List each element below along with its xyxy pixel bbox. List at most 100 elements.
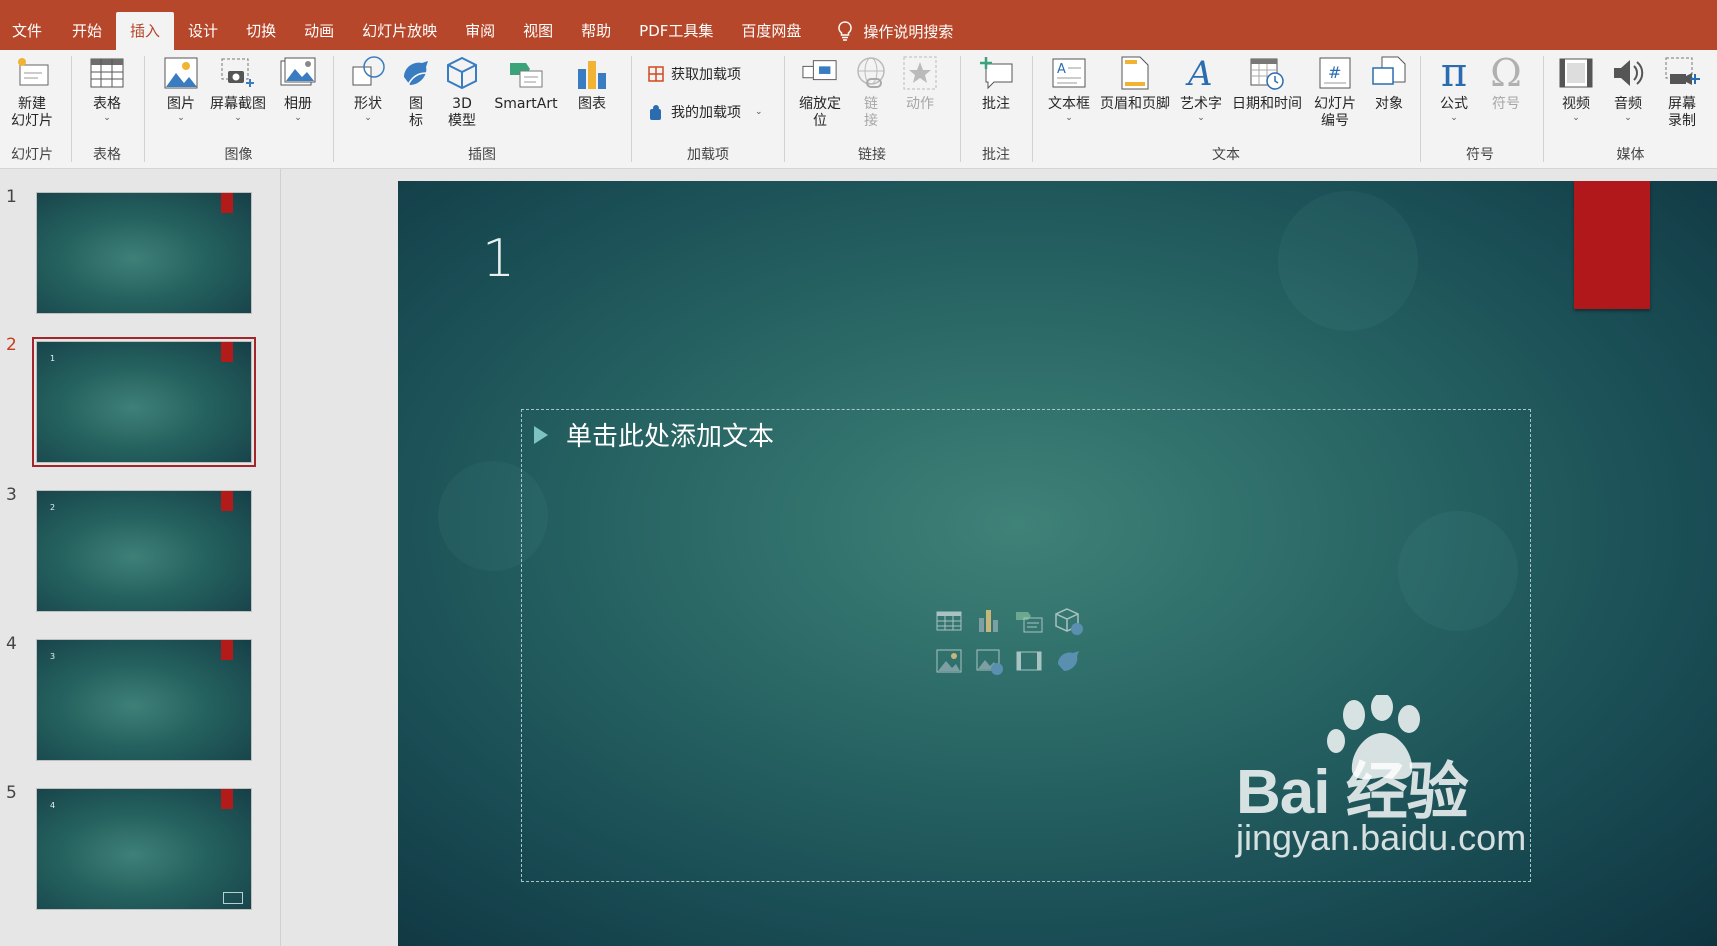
picture-button[interactable]: 图片 ⌄ — [161, 54, 201, 123]
insert-picture-icon[interactable] — [934, 646, 964, 676]
3d-models-button[interactable]: 3D 模型 — [442, 54, 482, 130]
insert-video-icon[interactable] — [1014, 646, 1044, 676]
group-tables: 表格 ⌄ 表格 — [72, 50, 142, 168]
zoom-button[interactable]: 缩放定 位 — [795, 54, 845, 130]
date-time-button[interactable]: 日期和时间 — [1229, 54, 1305, 113]
group-comments-label: 批注 — [982, 147, 1010, 163]
new-slide-button[interactable]: 新建 幻灯片 — [4, 54, 60, 130]
tab-transitions[interactable]: 切换 — [232, 12, 290, 50]
thumbnail-flag — [221, 342, 233, 362]
insert-3d-model-icon[interactable] — [1054, 606, 1084, 636]
object-icon — [1371, 54, 1407, 92]
screen-recording-button[interactable]: 屏幕 录制 — [1658, 54, 1706, 130]
chevron-down-icon: ⌄ — [1624, 113, 1632, 123]
screen-recording-icon — [1664, 54, 1700, 92]
slide-thumbnail-4[interactable]: 3 — [36, 639, 252, 761]
chevron-down-icon: ⌄ — [364, 113, 372, 123]
photo-album-icon — [280, 54, 316, 92]
equation-button[interactable]: π 公式 ⌄ — [1433, 53, 1475, 123]
group-addins: 获取加载项 我的加载项 ⌄ 加载项 — [632, 50, 784, 168]
slide-title-number[interactable]: 1 — [482, 229, 515, 289]
group-media-label: 媒体 — [1616, 147, 1645, 163]
slide-number-label: 幻灯片 编号 — [1314, 96, 1356, 129]
tab-animations[interactable]: 动画 — [290, 12, 348, 50]
group-links: 缩放定 位 链 接 动作 链接 — [785, 50, 959, 168]
slide-number-button[interactable]: # 幻灯片 编号 — [1309, 54, 1361, 130]
my-addins-button[interactable]: 我的加载项 ⌄ — [647, 102, 763, 122]
chevron-down-icon: ⌄ — [1572, 113, 1580, 123]
slide-editing-area: 1 单击此处添加文本 Bai 经验 jingyan.baidu.com — [281, 169, 1717, 946]
slide-thumbnail-pane: 1 2 1 3 2 4 3 5 4 — [0, 169, 281, 946]
video-button[interactable]: 视频 ⌄ — [1554, 54, 1598, 123]
content-insert-icons — [934, 606, 1114, 696]
object-button[interactable]: 对象 — [1365, 54, 1413, 113]
chevron-down-icon: ⌄ — [1450, 113, 1458, 123]
chevron-down-icon: ⌄ — [234, 113, 242, 123]
slide-thumbnail-3[interactable]: 2 — [36, 490, 252, 612]
smartart-button[interactable]: SmartArt — [490, 54, 562, 113]
tab-pdf-tools[interactable]: PDF工具集 — [625, 12, 727, 50]
group-illustrations-label: 插图 — [468, 147, 496, 163]
placeholder-bullet-line[interactable]: 单击此处添加文本 — [534, 416, 774, 453]
tab-help[interactable]: 帮助 — [567, 12, 625, 50]
ribbon-insert: 新建 幻灯片 幻灯片 表格 ⌄ 表格 图片 ⌄ 屏幕截图 ⌄ 相册 ⌄ 图像 形… — [0, 50, 1717, 169]
chart-button[interactable]: 图表 — [568, 54, 616, 113]
group-images-label: 图像 — [224, 147, 253, 163]
tell-me-label: 操作说明搜索 — [863, 22, 954, 41]
insert-icons-icon[interactable] — [1054, 646, 1084, 676]
tab-design[interactable]: 设计 — [174, 12, 232, 50]
screen-recording-label: 屏幕 录制 — [1668, 96, 1696, 129]
tab-file[interactable]: 文件 — [0, 12, 58, 50]
header-footer-button[interactable]: 页眉和页脚 — [1097, 54, 1173, 113]
thumbnail-flag — [221, 491, 233, 511]
insert-chart-icon[interactable] — [974, 606, 1004, 636]
icons-button[interactable]: 图 标 — [398, 54, 434, 130]
action-button[interactable]: 动作 — [897, 54, 943, 113]
smartart-label: SmartArt — [494, 96, 558, 112]
comment-button[interactable]: 批注 — [971, 54, 1021, 113]
link-button[interactable]: 链 接 — [853, 54, 889, 130]
insert-online-picture-icon[interactable] — [974, 646, 1004, 676]
insert-table-icon[interactable] — [934, 606, 964, 636]
shapes-button[interactable]: 形状 ⌄ — [346, 54, 390, 123]
omega-icon: Ω — [1490, 51, 1522, 95]
wordart-label: 艺术字 — [1180, 96, 1222, 112]
thumbnail-slide-text: 1 — [50, 354, 56, 363]
tab-insert[interactable]: 插入 — [116, 12, 175, 50]
shapes-icon — [350, 54, 386, 92]
photo-album-button[interactable]: 相册 ⌄ — [275, 54, 321, 123]
audio-button[interactable]: 音频 ⌄ — [1606, 54, 1650, 123]
group-media: 视频 ⌄ 音频 ⌄ 屏幕 录制 媒体 — [1544, 50, 1717, 168]
thumbnail-content-box — [223, 892, 243, 904]
symbol-button[interactable]: Ω 符号 — [1485, 54, 1527, 113]
thumbnail-slide-text: 2 — [50, 503, 56, 512]
text-box-button[interactable]: A 文本框 ⌄ — [1045, 54, 1093, 123]
slide-thumbnail-5[interactable]: 4 — [36, 788, 252, 910]
new-slide-label: 新建 幻灯片 — [11, 96, 53, 129]
screenshot-button[interactable]: 屏幕截图 ⌄ — [207, 54, 269, 123]
symbol-label: 符号 — [1492, 96, 1520, 112]
group-text-label: 文本 — [1212, 147, 1240, 163]
shapes-label: 形状 — [354, 96, 382, 112]
insert-smartart-icon[interactable] — [1014, 606, 1044, 636]
tab-view[interactable]: 视图 — [509, 12, 567, 50]
slide-canvas[interactable]: 1 单击此处添加文本 Bai 经验 jingyan.baidu.com — [398, 181, 1717, 946]
slide-thumbnail-2[interactable]: 1 — [32, 337, 256, 467]
puzzle-icon — [650, 105, 661, 120]
chevron-down-icon: ⌄ — [1065, 113, 1073, 123]
photo-album-label: 相册 — [284, 96, 312, 112]
tab-review[interactable]: 审阅 — [451, 12, 509, 50]
wordart-icon: A — [1183, 54, 1219, 92]
tab-home[interactable]: 开始 — [58, 12, 116, 50]
tab-baidu-netdisk[interactable]: 百度网盘 — [727, 12, 815, 50]
wordart-button[interactable]: A 艺术字 ⌄ — [1177, 54, 1225, 123]
tell-me-search[interactable]: 操作说明搜索 — [815, 12, 953, 50]
tab-slideshow[interactable]: 幻灯片放映 — [348, 12, 451, 50]
zoom-label: 缩放定 位 — [799, 96, 841, 129]
table-button[interactable]: 表格 ⌄ — [84, 54, 130, 123]
slide-thumbnail-1[interactable] — [36, 192, 252, 314]
thumbnail-flag — [221, 193, 233, 213]
group-illustrations: 形状 ⌄ 图 标 3D 模型 SmartArt 图表 插图 — [334, 50, 630, 168]
get-addins-button[interactable]: 获取加载项 — [647, 64, 741, 84]
zoom-icon — [802, 54, 838, 92]
